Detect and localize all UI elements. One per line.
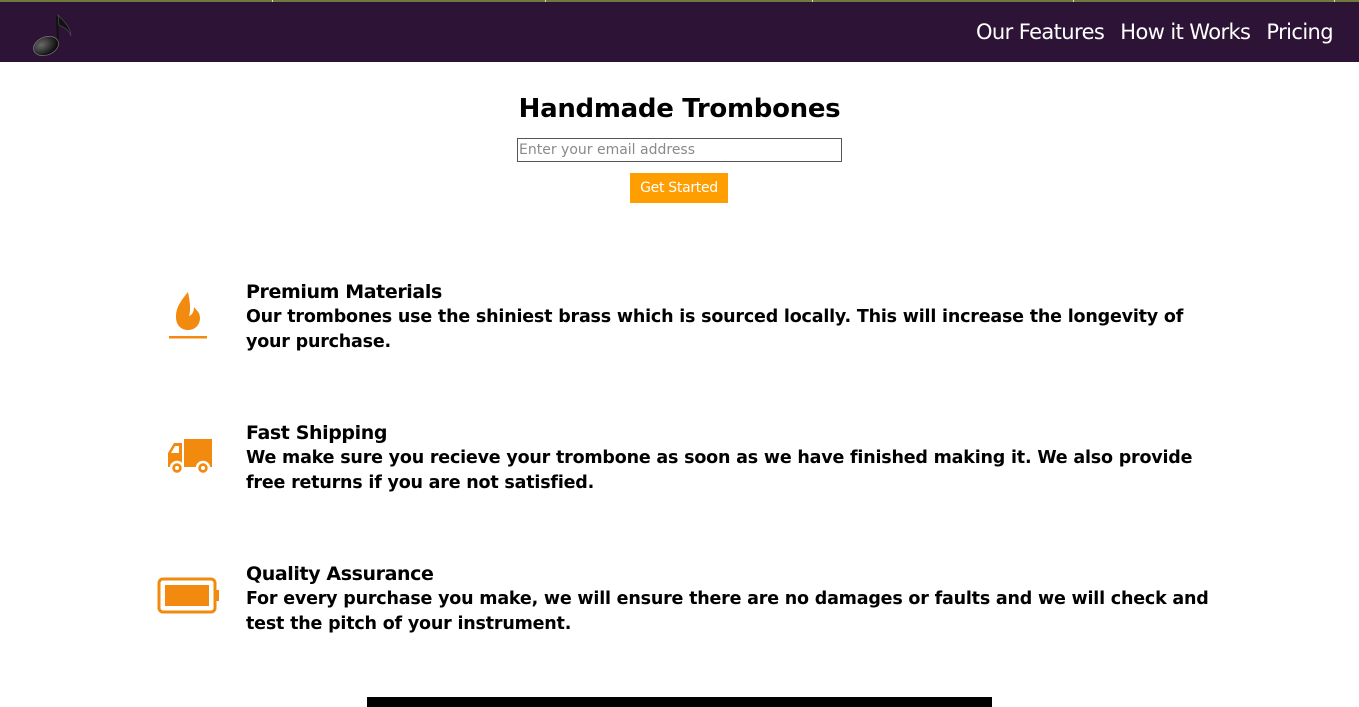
navbar: Our Features How it Works Pricing <box>0 0 1359 62</box>
feature-premium-materials: Premium Materials Our trombones use the … <box>150 280 1230 360</box>
nav-link-our-features[interactable]: Our Features <box>976 20 1105 44</box>
feature-description: We make sure you recieve your trombone a… <box>246 448 1193 493</box>
get-started-button[interactable]: Get Started <box>630 173 728 203</box>
nav-link-how-it-works[interactable]: How it Works <box>1120 20 1251 44</box>
feature-description: For every purchase you make, we will ens… <box>246 589 1209 634</box>
nav-links: Our Features How it Works Pricing <box>976 20 1334 44</box>
page-title: Handmade Trombones <box>518 94 841 124</box>
feature-title: Premium Materials <box>246 281 442 303</box>
truck-icon <box>166 437 216 482</box>
feature-title: Fast Shipping <box>246 422 388 444</box>
feature-description: Our trombones use the shiniest brass whi… <box>246 307 1184 352</box>
battery-icon <box>157 577 221 620</box>
flame-icon <box>168 290 208 345</box>
feature-fast-shipping: Fast Shipping We make sure you recieve y… <box>150 421 1230 501</box>
feature-title: Quality Assurance <box>246 563 434 585</box>
music-note-logo-icon[interactable] <box>24 12 74 58</box>
feature-text: Quality Assurance For every purchase you… <box>246 562 1226 637</box>
nav-link-pricing[interactable]: Pricing <box>1266 20 1333 44</box>
feature-text: Fast Shipping We make sure you recieve y… <box>246 421 1226 496</box>
email-input[interactable] <box>517 138 842 162</box>
feature-text: Premium Materials Our trombones use the … <box>246 280 1226 355</box>
feature-quality-assurance: Quality Assurance For every purchase you… <box>150 562 1230 642</box>
video-embed[interactable] <box>367 697 992 707</box>
